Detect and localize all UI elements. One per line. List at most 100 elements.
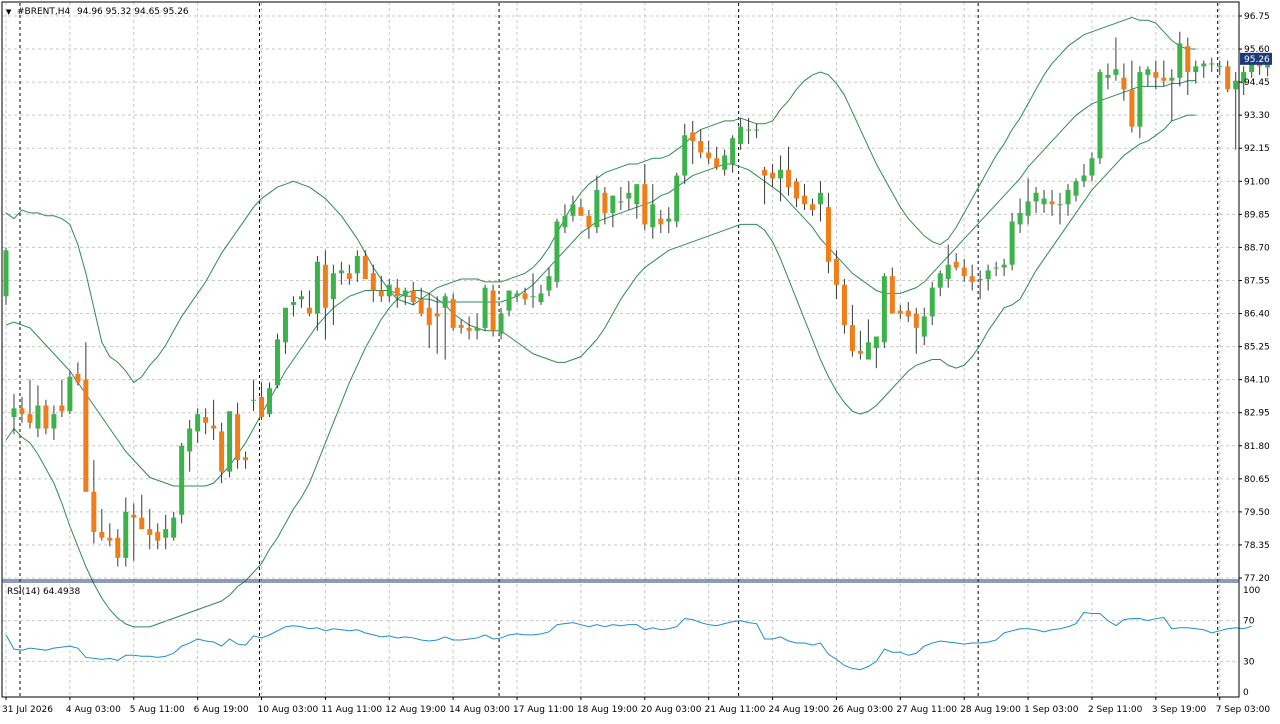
candle-body (394, 287, 400, 297)
candle-body (51, 414, 57, 429)
y-tick-label: 85.25 (1244, 343, 1270, 353)
candle-body (546, 276, 552, 291)
candle-body (386, 284, 392, 297)
candle-body (1129, 89, 1135, 127)
candle-body (1057, 204, 1063, 206)
x-tick-label: 10 Aug 03:00 (258, 705, 319, 715)
candle-body (290, 302, 296, 305)
x-tick-label: 24 Aug 19:00 (769, 705, 830, 715)
candle-body (1121, 77, 1127, 90)
x-tick-label: 21 Aug 11:00 (705, 705, 766, 715)
y-tick-label: 80.65 (1244, 475, 1270, 485)
trading-chart[interactable]: 96.75 95.60 94.45 93.30 92.15 91.00 89.85 88.70… (0, 0, 1280, 720)
candle-body (1033, 192, 1039, 202)
candle-bull (554, 218, 560, 288)
candle-body (370, 273, 376, 291)
x-tick-label: 2 Sep 11:00 (1088, 705, 1143, 715)
candle-body (754, 129, 760, 131)
rsi-tick-label: 0 (1243, 688, 1249, 698)
x-tick-label: 31 Jul 2026 (2, 705, 53, 715)
candle-body (770, 172, 776, 179)
candle-body (1233, 80, 1239, 90)
candle-body (19, 408, 25, 415)
candle-bull (1009, 212, 1015, 271)
candle-body (825, 207, 831, 262)
candle-body (594, 189, 600, 228)
candle-body (251, 399, 257, 401)
candle-body (1105, 74, 1111, 78)
y-tick-label: 82.95 (1244, 409, 1270, 419)
chart-canvas[interactable]: 96.7595.6094.4593.3092.1591.0089.8588.70… (0, 0, 1280, 720)
candle-body (889, 276, 895, 314)
candle-body (155, 532, 161, 541)
candle-bull (482, 284, 488, 331)
candle-body (354, 256, 360, 274)
candle-body (418, 299, 424, 314)
candle-body (953, 261, 959, 268)
candle-body (1137, 72, 1143, 127)
y-tick-label: 96.75 (1244, 12, 1270, 22)
candle-body (330, 273, 336, 300)
y-tick-label: 81.80 (1244, 442, 1270, 452)
candle-body (1001, 264, 1007, 268)
y-tick-label: 89.85 (1244, 210, 1270, 220)
candle-body (1185, 46, 1191, 73)
y-tick-label: 77.20 (1244, 574, 1270, 584)
candle-body (1009, 221, 1015, 265)
x-tick-label: 5 Aug 11:00 (130, 705, 185, 715)
candle-body (714, 158, 720, 167)
candle-body (762, 169, 768, 176)
candle-body (506, 290, 512, 311)
candle-body (187, 428, 193, 452)
x-tick-label: 20 Aug 03:00 (641, 705, 702, 715)
symbol-menu-icon[interactable]: ▼ (6, 8, 12, 16)
candle-body (322, 264, 328, 308)
candle-body (1041, 198, 1047, 205)
candle-body (219, 431, 225, 472)
candle-body (1145, 69, 1151, 75)
candle-body (243, 457, 249, 461)
y-tick-label: 91.00 (1244, 177, 1270, 187)
rsi-tick-label: 30 (1243, 657, 1255, 667)
candle-body (203, 417, 209, 423)
candle-body (562, 215, 568, 228)
candle-body (410, 290, 416, 303)
y-tick-label: 84.10 (1244, 376, 1270, 386)
candle-body (1073, 181, 1079, 196)
y-tick-label: 87.55 (1244, 276, 1270, 286)
candle-body (490, 290, 496, 331)
candle-body (873, 336, 879, 349)
x-tick-label: 11 Aug 11:00 (321, 705, 382, 715)
candle-bull (179, 442, 185, 524)
current-price-tag: 95.26 (1240, 52, 1272, 65)
candle-body (618, 201, 624, 203)
candle-bear (490, 284, 496, 337)
candle-body (522, 293, 528, 300)
candle-body (586, 215, 592, 228)
candle-body (1201, 63, 1207, 67)
candle-body (674, 175, 680, 222)
candle-body (865, 342, 871, 360)
candle-body (849, 325, 855, 351)
x-tick-label: 4 Aug 03:00 (66, 705, 121, 715)
candle-body (1225, 66, 1231, 90)
candle-body (378, 290, 384, 297)
candle-bull (3, 247, 9, 305)
current-price-text: 95.26 (1244, 55, 1270, 65)
candle-body (474, 327, 480, 331)
candle-body (1153, 72, 1159, 78)
candle-body (434, 313, 440, 317)
candle-body (1209, 63, 1215, 65)
candle-body (809, 204, 815, 211)
candle-body (985, 270, 991, 280)
candle-bull (67, 371, 73, 415)
candle-body (937, 273, 943, 288)
candle-body (514, 293, 520, 297)
candle-body (833, 258, 839, 285)
candle-body (570, 204, 576, 216)
candle-body (458, 325, 464, 328)
candle-body (274, 339, 280, 386)
candle-body (945, 264, 951, 280)
candle-body (658, 218, 664, 225)
x-tick-label: 27 Aug 11:00 (896, 705, 957, 715)
